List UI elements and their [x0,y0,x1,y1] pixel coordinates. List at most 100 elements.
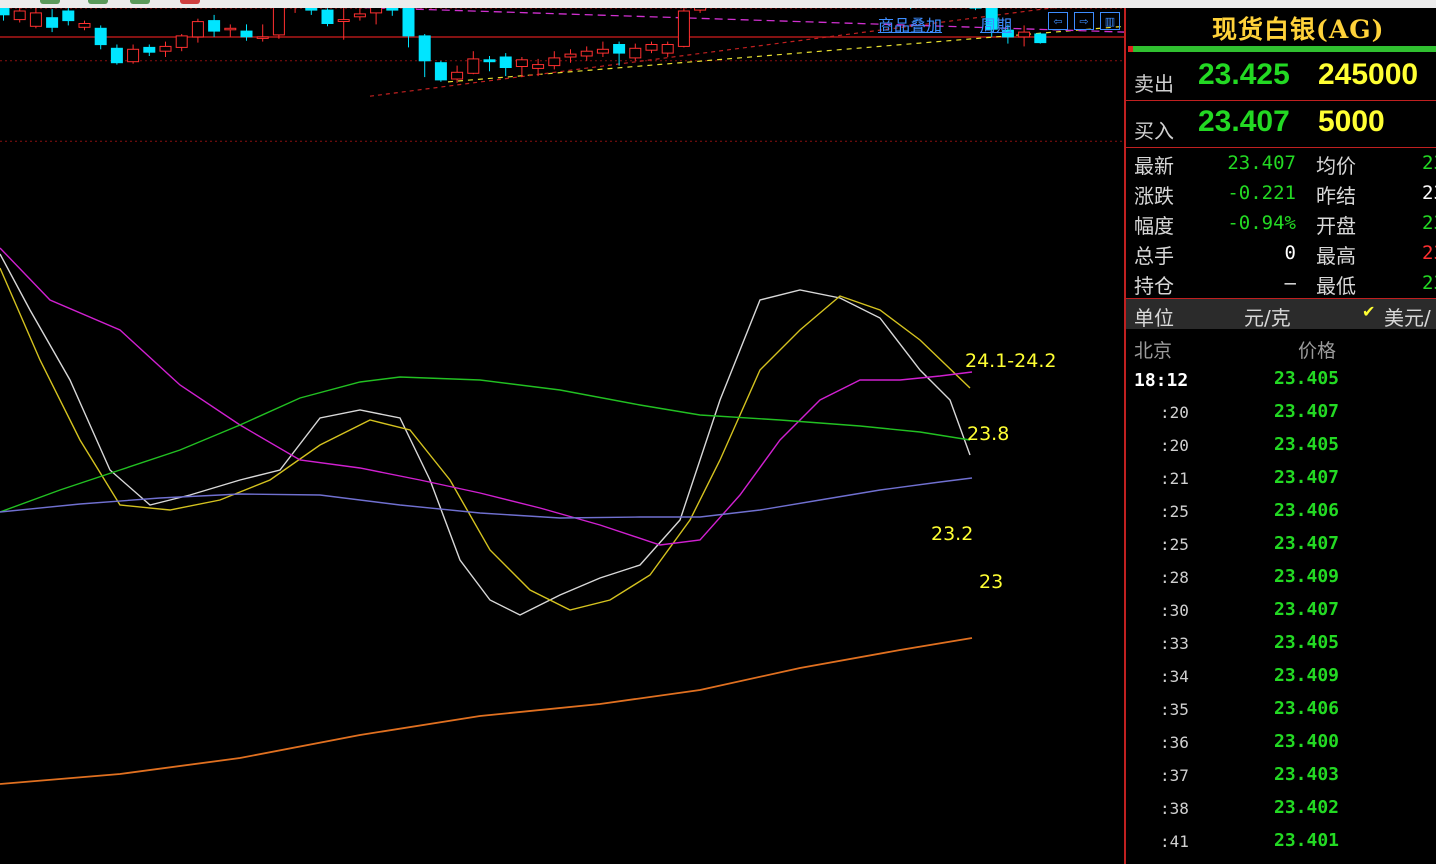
candle-body [613,44,626,54]
tick-row: :25 23.406 [1126,496,1436,529]
tick-time: 18:12 [1134,370,1189,391]
tick-time: :20 [1160,436,1189,455]
candle [224,24,237,37]
prev-button[interactable]: ⇦ [1048,12,1068,30]
stat-value: 23 [1422,182,1436,204]
instrument-title: 现货白银(AG) [1212,15,1385,44]
candle [969,8,982,11]
layout-button[interactable]: ▥ [1100,12,1120,30]
candle-body [580,50,593,57]
candle-body [29,12,42,27]
annotation-support-far: 23 [979,571,1004,593]
tick-time: :37 [1160,766,1189,785]
stats-row: 幅度 -0.94% 开盘 23 [1126,208,1436,238]
candle [694,8,707,13]
candle-body [661,44,674,54]
overlay-link[interactable]: 商品叠加 [878,12,942,36]
candle-body [596,48,609,54]
candle [677,8,690,48]
tick-time: :30 [1160,601,1189,620]
kline-chart[interactable] [0,8,1124,864]
stat-value: 23.407 [1227,152,1296,174]
buy-price: 23.407 [1198,105,1290,138]
tick-price: 23.405 [1274,434,1340,455]
candle [418,34,431,78]
tick-time: :33 [1160,634,1189,653]
stat-value: 23 [1422,242,1436,264]
candle [13,8,26,23]
candle-body [1034,33,1047,44]
next-button[interactable]: ⇨ [1074,12,1094,30]
tick-row: :20 23.405 [1126,430,1436,463]
unit-option-yuan[interactable]: 元/克 [1244,302,1291,331]
stat-value: -0.221 [1227,182,1296,204]
tick-time: :34 [1160,667,1189,686]
tick-time: :25 [1160,502,1189,521]
candle [483,56,496,72]
candle [127,44,140,64]
stat-value: 23 [1422,212,1436,234]
candle-body [208,20,221,32]
candle-body [94,27,107,46]
annotation-upper-range: 24.1-24.2 [965,350,1057,372]
toolbar-tab[interactable] [180,0,200,4]
candle-body [645,44,658,51]
candle-body [353,13,366,18]
ticks-header: 北京 价格 [1126,330,1436,362]
candle [94,25,107,50]
stat-label: 最新 [1134,154,1174,178]
candle-body [46,17,59,28]
title-underline [1128,46,1436,52]
stat-label: 最高 [1316,244,1356,268]
tick-time: :36 [1160,733,1189,752]
stats-row: 持仓 — 最低 23 [1126,268,1436,298]
buy-quote[interactable]: 买入 23.407 5000 [1126,101,1436,148]
buy-label: 买入 [1134,119,1174,143]
tick-row: :41 23.401 [1126,826,1436,859]
candle-body [143,46,156,53]
ma-blue-line [0,477,973,519]
candle [110,44,123,65]
candle [208,14,221,37]
stat-label: 总手 [1134,244,1174,268]
tick-price: 23.400 [1274,731,1340,752]
candle [629,43,642,61]
sell-quote[interactable]: 卖出 23.425 245000 [1126,54,1436,101]
candle-body [386,8,399,11]
toolbar-tab[interactable] [88,0,108,4]
tick-price: 23.407 [1274,599,1340,620]
candle-body [78,23,91,28]
unit-label: 单位 [1134,306,1174,330]
toolbar-tab[interactable] [40,0,60,4]
candle [515,57,528,78]
tick-price: 23.402 [1274,797,1340,818]
stats-row: 最新 23.407 均价 23 [1126,148,1436,178]
tick-price: 23.407 [1274,467,1340,488]
tick-row: :38 23.402 [1126,793,1436,826]
tick-row: :30 23.407 [1126,595,1436,628]
toolbar-tab[interactable] [130,0,150,4]
candle-body [451,71,464,80]
tick-time: :38 [1160,799,1189,818]
candle [337,8,350,40]
unit-option-usd[interactable]: 美元/ [1384,302,1431,331]
tick-time: :21 [1160,469,1189,488]
candle [532,58,545,77]
candle-body [483,59,496,63]
candle-body [418,35,431,62]
ma-yellow-line [0,267,971,611]
candle [580,46,593,61]
annotation-resistance: 23.8 [967,423,1010,445]
period-link[interactable]: 周期 [980,12,1012,36]
tick-price: 23.403 [1274,764,1340,785]
stat-value: — [1284,272,1296,294]
moving-average-lines [0,247,973,785]
tick-price: 23.405 [1274,368,1340,389]
candle [78,20,91,31]
candle [0,8,10,21]
candle-body [191,21,204,38]
candle [62,8,75,26]
stat-label: 涨跌 [1134,184,1174,208]
candle-body [548,57,561,67]
stat-label: 昨结 [1316,184,1356,208]
